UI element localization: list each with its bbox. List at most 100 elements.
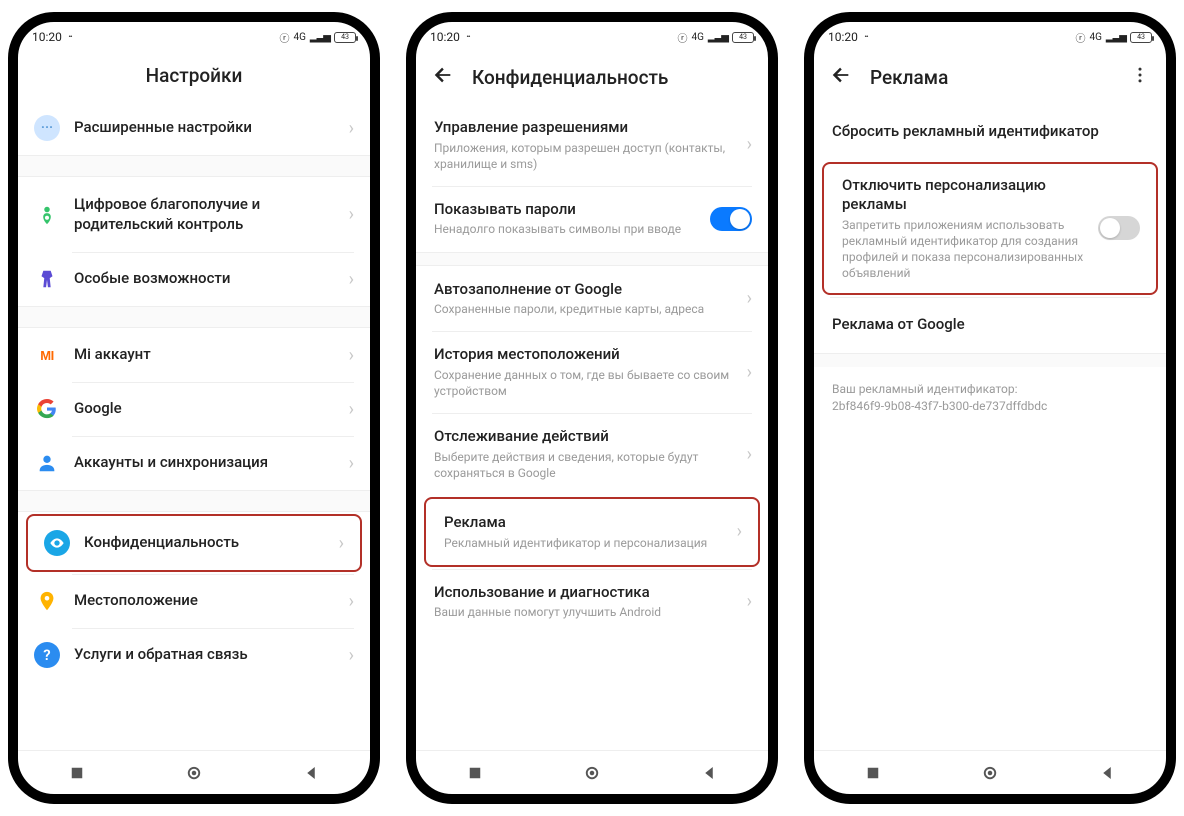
row-reset-ad-id[interactable]: Сбросить рекламный идентификатор — [814, 104, 1166, 160]
section-divider — [18, 155, 370, 177]
nav-back-icon[interactable] — [1098, 764, 1116, 782]
chevron-right-icon: › — [349, 269, 354, 290]
signal-icon: ▂▃▅ — [1106, 32, 1126, 43]
row-autofill[interactable]: Автозаполнение от Google Сохраненные пар… — [416, 266, 768, 332]
label: Услуги и обратная связь — [74, 645, 335, 665]
status-dots: ·· — [466, 29, 469, 45]
ad-id-label: Ваш рекламный идентификатор: — [832, 381, 1148, 398]
back-button[interactable] — [432, 64, 454, 90]
nav-bar — [18, 750, 370, 794]
status-net: 4G — [691, 32, 703, 43]
sub: Рекламный идентификатор и персонализация — [444, 535, 723, 551]
row-support[interactable]: ? Услуги и обратная связь › — [18, 628, 370, 682]
chevron-right-icon: › — [747, 591, 752, 612]
status-bar: 10:20 ·· ⓡ 4G ▂▃▅ 43 — [18, 24, 370, 50]
label: Цифровое благополучие и родительский кон… — [74, 195, 335, 234]
label: Сбросить рекламный идентификатор — [832, 122, 1150, 142]
label: Конфиденциальность — [84, 533, 325, 553]
battery-icon: 43 — [1130, 32, 1152, 43]
nav-home-icon[interactable] — [583, 764, 601, 782]
header: Реклама — [814, 50, 1166, 104]
label: Местоположение — [74, 591, 335, 611]
mi-icon: MI — [34, 342, 60, 368]
location-icon — [34, 588, 60, 614]
sub: Ваши данные помогут улучшить Android — [434, 604, 733, 620]
battery-icon: 43 — [334, 32, 356, 43]
status-bar: 10:20 ·· ⓡ 4G ▂▃▅ 43 — [416, 24, 768, 50]
google-icon — [34, 396, 60, 422]
chevron-right-icon: › — [349, 591, 354, 612]
status-time: 10:20 — [430, 30, 460, 44]
row-permissions[interactable]: Управление разрешениями Приложения, кото… — [416, 104, 768, 186]
row-accounts-sync[interactable]: Аккаунты и синхронизация › — [18, 436, 370, 490]
nav-back-icon[interactable] — [302, 764, 320, 782]
label: Реклама — [444, 513, 723, 533]
phone-privacy: 10:20 ·· ⓡ 4G ▂▃▅ 43 Конфиденциальность … — [406, 12, 778, 804]
toggle-show-passwords[interactable] — [710, 207, 752, 231]
row-diagnostics[interactable]: Использование и диагностика Ваши данные … — [416, 569, 768, 635]
row-google[interactable]: Google › — [18, 382, 370, 436]
row-activity-tracking[interactable]: Отслеживание действий Выберите действия … — [416, 413, 768, 495]
row-mi-account[interactable]: MI Mi аккаунт › — [18, 328, 370, 382]
row-google-ads[interactable]: Реклама от Google — [814, 297, 1166, 353]
phone-ads: 10:20 ·· ⓡ 4G ▂▃▅ 43 Реклама Сбросить ре… — [804, 12, 1176, 804]
sub: Приложения, которым разрешен доступ (кон… — [434, 140, 733, 172]
toggle-opt-out[interactable] — [1098, 216, 1140, 240]
status-net: 4G — [1089, 32, 1101, 43]
header: Настройки — [18, 50, 370, 101]
chevron-right-icon: › — [747, 362, 752, 383]
account-icon — [34, 450, 60, 476]
help-icon: ? — [34, 642, 60, 668]
page-title: Реклама — [870, 66, 948, 89]
label: Аккаунты и синхронизация — [74, 453, 335, 473]
phone-settings: 10:20 ·· ⓡ 4G ▂▃▅ 43 Настройки ··· Расши… — [8, 12, 380, 804]
row-wellbeing[interactable]: Цифровое благополучие и родительский кон… — [18, 177, 370, 252]
status-time: 10:20 — [828, 30, 858, 44]
label: История местоположений — [434, 345, 733, 365]
label: Использование и диагностика — [434, 583, 733, 603]
chevron-right-icon: › — [737, 521, 742, 542]
chevron-right-icon: › — [339, 533, 344, 554]
nav-recent-icon[interactable] — [466, 764, 484, 782]
nav-bar — [814, 750, 1166, 794]
nav-recent-icon[interactable] — [68, 764, 86, 782]
row-ads[interactable]: Реклама Рекламный идентификатор и персон… — [424, 497, 760, 567]
label: Отключить персонализацию рекламы — [842, 176, 1084, 215]
chevron-right-icon: › — [349, 453, 354, 474]
label: Google — [74, 399, 335, 419]
back-button[interactable] — [830, 64, 852, 90]
label: Mi аккаунт — [74, 345, 335, 365]
row-advanced[interactable]: ··· Расширенные настройки › — [18, 101, 370, 155]
signal-icon: ▂▃▅ — [708, 32, 728, 43]
chevron-right-icon: › — [349, 345, 354, 366]
status-bar: 10:20 ·· ⓡ 4G ▂▃▅ 43 — [814, 24, 1166, 50]
section-divider — [18, 490, 370, 512]
battery-icon: 43 — [732, 32, 754, 43]
label: Показывать пароли — [434, 200, 696, 220]
accessibility-icon — [34, 266, 60, 292]
row-show-passwords[interactable]: Показывать пароли Ненадолго показывать с… — [416, 186, 768, 252]
settings-list: ··· Расширенные настройки › Цифровое бла… — [18, 101, 370, 750]
row-privacy[interactable]: Конфиденциальность › — [26, 514, 362, 572]
r-icon: ⓡ — [677, 30, 687, 45]
label: Автозаполнение от Google — [434, 280, 733, 300]
row-accessibility[interactable]: Особые возможности › — [18, 252, 370, 306]
status-dots: ·· — [864, 29, 867, 45]
more-button[interactable] — [1130, 65, 1150, 89]
nav-recent-icon[interactable] — [864, 764, 882, 782]
nav-home-icon[interactable] — [185, 764, 203, 782]
row-opt-out-personalization[interactable]: Отключить персонализацию рекламы Запрети… — [822, 162, 1158, 296]
sub: Сохранение данных о том, где вы бываете … — [434, 367, 733, 399]
row-location[interactable]: Местоположение › — [18, 574, 370, 628]
chevron-right-icon: › — [747, 134, 752, 155]
nav-back-icon[interactable] — [700, 764, 718, 782]
row-location-history[interactable]: История местоположений Сохранение данных… — [416, 331, 768, 413]
ads-list: Сбросить рекламный идентификатор Отключи… — [814, 104, 1166, 750]
section-divider — [814, 353, 1166, 367]
ad-id-info: Ваш рекламный идентификатор: 2bf846f9-9b… — [814, 367, 1166, 429]
status-dots: ·· — [68, 29, 71, 45]
nav-home-icon[interactable] — [981, 764, 999, 782]
sub: Выберите действия и сведения, которые бу… — [434, 449, 733, 481]
status-time: 10:20 — [32, 30, 62, 44]
section-divider — [416, 252, 768, 266]
